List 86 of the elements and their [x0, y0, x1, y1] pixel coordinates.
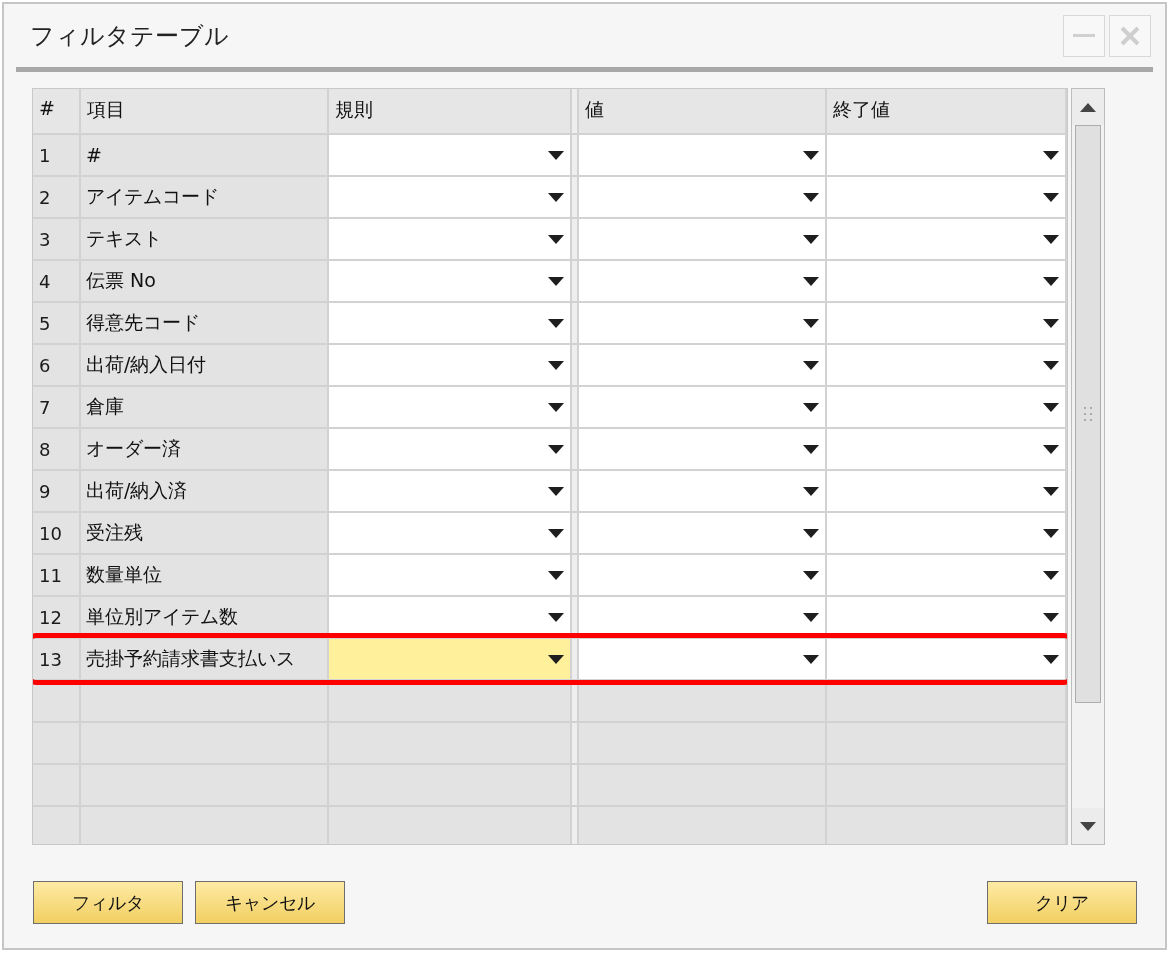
row-number: 9	[33, 471, 79, 511]
caret-icon	[1043, 150, 1059, 160]
dialog-button[interactable]: キャンセル	[195, 881, 345, 924]
table-cell: 出荷/納入済	[81, 471, 327, 511]
caret-icon	[548, 192, 564, 202]
caret-icon	[548, 318, 564, 328]
column-header[interactable]: #	[33, 89, 79, 133]
caret-icon	[803, 486, 819, 496]
down-arrow-icon	[1080, 821, 1096, 831]
row-number: 11	[33, 555, 79, 595]
table-cell: アイテムコード	[81, 177, 327, 217]
row-number: 8	[33, 429, 79, 469]
table-cell: 倉庫	[81, 387, 327, 427]
table-cell: #	[81, 135, 327, 175]
minimize-button[interactable]	[1063, 14, 1105, 57]
caret-icon	[803, 654, 819, 664]
clear-button[interactable]: クリア	[987, 881, 1137, 924]
caret-icon	[1043, 612, 1059, 622]
caret-icon	[1043, 318, 1059, 328]
caret-icon	[1043, 654, 1059, 664]
caret-icon	[803, 192, 819, 202]
scrollbar[interactable]	[1071, 88, 1105, 845]
column-header[interactable]: 規則	[329, 89, 570, 133]
caret-icon	[1043, 402, 1059, 412]
table-cell: 伝票 No	[81, 261, 327, 301]
row-number: 4	[33, 261, 79, 301]
table-cell: 受注残	[81, 513, 327, 553]
scroll-up-button[interactable]	[1072, 89, 1104, 125]
caret-icon	[803, 276, 819, 286]
table-cell: 数量単位	[81, 555, 327, 595]
caret-icon	[1043, 360, 1059, 370]
window-title: フィルタテーブル	[30, 20, 230, 52]
caret-icon	[548, 402, 564, 412]
table-cell: 得意先コード	[81, 303, 327, 343]
table-cell: 売掛予約請求書支払いス	[81, 639, 327, 679]
table-cell: テキスト	[81, 219, 327, 259]
dialog-button[interactable]: フィルタ	[33, 881, 183, 924]
caret-icon	[803, 402, 819, 412]
row-number: 3	[33, 219, 79, 259]
caret-icon	[803, 570, 819, 580]
caret-icon	[1043, 528, 1059, 538]
caret-icon	[548, 276, 564, 286]
caret-icon	[548, 654, 564, 664]
empty-cell	[33, 807, 79, 844]
caret-icon	[1043, 570, 1059, 580]
caret-icon	[1043, 192, 1059, 202]
row-number: 2	[33, 177, 79, 217]
scroll-down-button[interactable]	[1072, 808, 1104, 844]
caret-icon	[548, 234, 564, 244]
grip-icon	[1084, 407, 1092, 421]
caret-icon	[548, 612, 564, 622]
up-arrow-icon	[1080, 102, 1096, 112]
caret-icon	[1043, 234, 1059, 244]
caret-icon	[1043, 444, 1059, 454]
caret-icon	[803, 318, 819, 328]
caret-icon	[548, 360, 564, 370]
caret-icon	[548, 486, 564, 496]
caret-icon	[803, 528, 819, 538]
caret-icon	[803, 150, 819, 160]
column-header[interactable]: 値	[579, 89, 825, 133]
caret-icon	[803, 360, 819, 370]
caret-icon	[803, 444, 819, 454]
caret-icon	[803, 612, 819, 622]
row-number: 5	[33, 303, 79, 343]
scroll-thumb[interactable]	[1075, 125, 1101, 703]
row-number: 6	[33, 345, 79, 385]
caret-icon	[548, 444, 564, 454]
close-icon	[1120, 25, 1140, 46]
caret-icon	[1043, 486, 1059, 496]
table-cell: オーダー済	[81, 429, 327, 469]
caret-icon	[1043, 276, 1059, 286]
caret-icon	[803, 234, 819, 244]
empty-cell	[33, 723, 79, 763]
row-number: 7	[33, 387, 79, 427]
row-number: 1	[33, 135, 79, 175]
caret-icon	[548, 150, 564, 160]
row-number: 13	[33, 639, 79, 679]
table-cell: 出荷/納入日付	[81, 345, 327, 385]
minimize-icon	[1073, 34, 1095, 37]
caret-icon	[548, 528, 564, 538]
close-button[interactable]	[1109, 14, 1151, 57]
empty-cell	[33, 765, 79, 805]
caret-icon	[548, 570, 564, 580]
column-header[interactable]: 項目	[81, 89, 327, 133]
column-header[interactable]: 終了値	[827, 89, 1065, 133]
row-number: 10	[33, 513, 79, 553]
